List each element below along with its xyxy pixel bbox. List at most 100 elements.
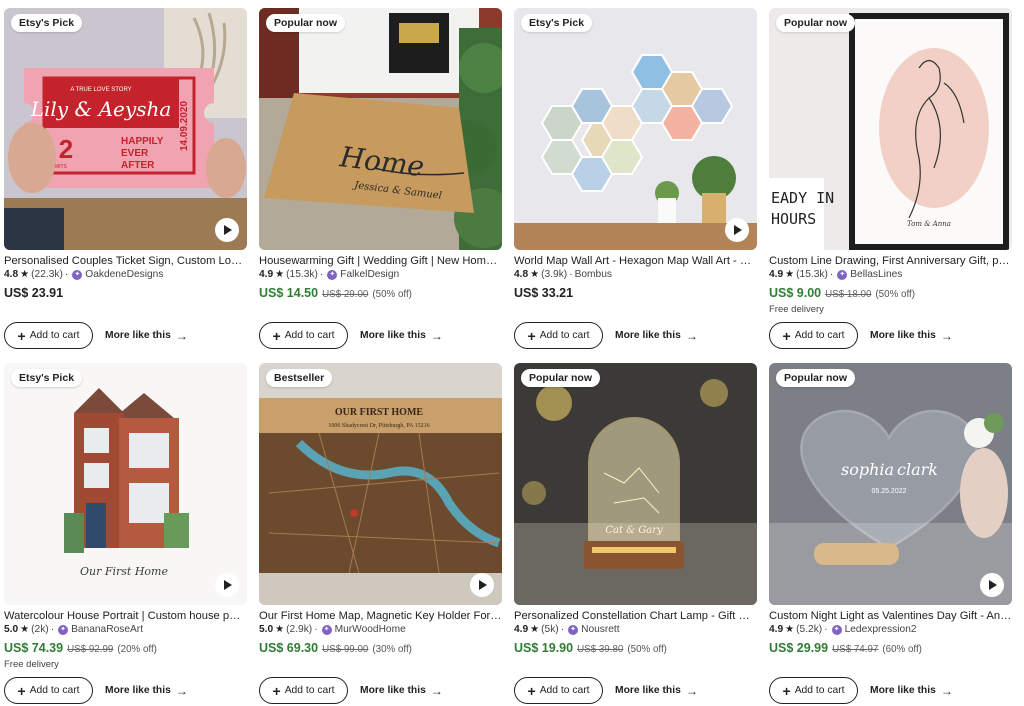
product-card[interactable]: Etsy's Pick World Map Wall Art - Hexagon… bbox=[514, 8, 757, 301]
more-like-this-link[interactable]: More like this → bbox=[870, 684, 953, 698]
product-card[interactable]: sophia clark 05.25.2022 Popular now Cust… bbox=[769, 363, 1012, 658]
more-like-this-link[interactable]: More like this → bbox=[360, 684, 443, 698]
review-count: (22.3k) bbox=[31, 269, 63, 280]
add-to-cart-button[interactable]: + Add to cart bbox=[769, 677, 858, 704]
product-title[interactable]: Watercolour House Portrait | Custom hous… bbox=[4, 609, 247, 623]
product-card[interactable]: A TRUE LOVE STORY Lily & Aeysha 2 ADMITS… bbox=[4, 8, 247, 301]
shop-name[interactable]: BellasLines bbox=[850, 268, 902, 282]
svg-text:Our First Home: Our First Home bbox=[80, 565, 168, 578]
play-video-icon[interactable] bbox=[980, 573, 1004, 597]
sale-price: US$ 29.99 bbox=[769, 641, 829, 655]
more-like-this-link[interactable]: More like this → bbox=[615, 684, 698, 698]
add-to-cart-button[interactable]: + Add to cart bbox=[769, 322, 858, 349]
shop-name[interactable]: OakdeneDesigns bbox=[85, 268, 163, 282]
product-image[interactable]: Home Jessica & Samuel Popular now bbox=[259, 8, 502, 250]
sale-price: US$ 19.90 bbox=[514, 641, 574, 655]
more-like-this-link[interactable]: More like this → bbox=[870, 329, 953, 343]
more-like-this-link[interactable]: More like this → bbox=[105, 684, 188, 698]
discount: (50% off) bbox=[875, 289, 915, 300]
rating-row: 5.0 ★ (2k) · ✦ BananaRoseArt bbox=[4, 623, 144, 637]
product-image[interactable]: Cat & Gary Popular now bbox=[514, 363, 757, 605]
svg-text:2: 2 bbox=[59, 134, 73, 164]
plus-icon: + bbox=[272, 327, 281, 344]
product-title[interactable]: Housewarming Gift | Wedding Gift | New H… bbox=[259, 254, 502, 268]
product-card[interactable]: Cat & Gary Popular now Personalized Cons… bbox=[514, 363, 757, 658]
plus-icon: + bbox=[527, 682, 536, 699]
shop-name[interactable]: Bombus bbox=[575, 268, 612, 282]
product-card[interactable]: OUR FIRST HOME 1006 Shadycrest Dr, Pitts… bbox=[259, 363, 502, 658]
add-to-cart-button[interactable]: + Add to cart bbox=[514, 677, 603, 704]
hexagon-map-image bbox=[514, 8, 757, 250]
svg-text:EADY IN: EADY IN bbox=[771, 189, 834, 207]
add-to-cart-button[interactable]: + Add to cart bbox=[4, 322, 93, 349]
badge: Bestseller bbox=[266, 369, 333, 387]
review-count: (5.2k) bbox=[796, 624, 823, 635]
arrow-right-icon: → bbox=[940, 328, 953, 343]
review-count: (3.9k) bbox=[541, 269, 568, 280]
original-price: US$ 92.99 bbox=[67, 644, 114, 655]
svg-text:sophia: sophia bbox=[841, 460, 894, 479]
sale-price: US$ 74.39 bbox=[4, 641, 64, 655]
product-title[interactable]: Our First Home Map, Magnetic Key Holder … bbox=[259, 609, 502, 623]
price-row: US$ 29.99 US$ 74.97 (60% off) bbox=[769, 640, 1012, 658]
product-card[interactable]: Our First Home Etsy's Pick Watercolour H… bbox=[4, 363, 247, 671]
shop-name[interactable]: MurWoodHome bbox=[335, 623, 406, 637]
plus-icon: + bbox=[272, 682, 281, 699]
product-image[interactable]: Tom & Anna EADY IN HOURS Popular now bbox=[769, 8, 1012, 250]
product-image[interactable]: sophia clark 05.25.2022 Popular now bbox=[769, 363, 1012, 605]
rating-score: 4.9 bbox=[769, 269, 784, 280]
discount: (50% off) bbox=[372, 289, 412, 300]
add-to-cart-button[interactable]: + Add to cart bbox=[514, 322, 603, 349]
add-to-cart-button[interactable]: + Add to cart bbox=[259, 322, 348, 349]
review-count: (2k) bbox=[31, 624, 49, 635]
arrow-right-icon: → bbox=[685, 328, 698, 343]
product-image[interactable]: Etsy's Pick bbox=[514, 8, 757, 250]
arrow-right-icon: → bbox=[175, 328, 188, 343]
product-title[interactable]: Custom Night Light as Valentines Day Gif… bbox=[769, 609, 1012, 623]
add-to-cart-button[interactable]: + Add to cart bbox=[259, 677, 348, 704]
svg-text:A TRUE LOVE STORY: A TRUE LOVE STORY bbox=[70, 87, 131, 93]
shop-name[interactable]: Ledexpression2 bbox=[845, 623, 917, 637]
product-card[interactable]: Tom & Anna EADY IN HOURS Popular now Cus… bbox=[769, 8, 1012, 316]
product-image[interactable]: OUR FIRST HOME 1006 Shadycrest Dr, Pitts… bbox=[259, 363, 502, 605]
play-video-icon[interactable] bbox=[725, 218, 749, 242]
product-card[interactable]: Home Jessica & Samuel Popular now Housew… bbox=[259, 8, 502, 303]
card-actions: + Add to cart More like this → bbox=[514, 677, 698, 704]
star-icon: ★ bbox=[275, 624, 285, 635]
product-image[interactable]: Our First Home Etsy's Pick bbox=[4, 363, 247, 605]
play-video-icon[interactable] bbox=[470, 573, 494, 597]
price-row: US$ 19.90 US$ 39.80 (50% off) bbox=[514, 640, 757, 658]
product-grid: A TRUE LOVE STORY Lily & Aeysha 2 ADMITS… bbox=[0, 0, 1024, 706]
shop-name[interactable]: BananaRoseArt bbox=[71, 623, 143, 637]
star-icon: ★ bbox=[530, 624, 540, 635]
more-like-this-link[interactable]: More like this → bbox=[105, 329, 188, 343]
play-video-icon[interactable] bbox=[215, 218, 239, 242]
card-actions: + Add to cart More like this → bbox=[4, 677, 188, 704]
ticket-sign-image: A TRUE LOVE STORY Lily & Aeysha 2 ADMITS… bbox=[4, 8, 247, 250]
card-actions: + Add to cart More like this → bbox=[259, 677, 443, 704]
price-row: US$ 74.39 US$ 92.99 (20% off) bbox=[4, 640, 247, 658]
star-icon: ★ bbox=[785, 624, 795, 635]
add-to-cart-button[interactable]: + Add to cart bbox=[4, 677, 93, 704]
star-icon: ★ bbox=[275, 269, 285, 280]
badge: Popular now bbox=[776, 14, 855, 32]
svg-text:Tom & Anna: Tom & Anna bbox=[907, 220, 951, 228]
product-title[interactable]: World Map Wall Art - Hexagon Map Wall Ar… bbox=[514, 254, 757, 268]
svg-text:clark: clark bbox=[897, 460, 938, 479]
product-title[interactable]: Personalised Couples Ticket Sign, Custom… bbox=[4, 254, 247, 268]
product-title[interactable]: Custom Line Drawing, First Anniversary G… bbox=[769, 254, 1012, 268]
shop-name[interactable]: FalkelDesign bbox=[340, 268, 399, 282]
rating-row: 4.9 ★ (15.3k) · ✦ BellasLines bbox=[769, 268, 903, 282]
star-icon: ★ bbox=[785, 269, 795, 280]
play-video-icon[interactable] bbox=[215, 573, 239, 597]
shop-name[interactable]: Nousrett bbox=[581, 623, 620, 637]
review-count: (15.3k) bbox=[286, 269, 318, 280]
product-title[interactable]: Personalized Constellation Chart Lamp - … bbox=[514, 609, 757, 623]
rating-row: 4.8 ★ (22.3k) · ✦ OakdeneDesigns bbox=[4, 268, 164, 282]
product-image[interactable]: A TRUE LOVE STORY Lily & Aeysha 2 ADMITS… bbox=[4, 8, 247, 250]
rating-row: 4.9 ★ (5.2k) · ✦ Ledexpression2 bbox=[769, 623, 917, 637]
more-like-this-link[interactable]: More like this → bbox=[615, 329, 698, 343]
more-like-this-link[interactable]: More like this → bbox=[360, 329, 443, 343]
rating-score: 5.0 bbox=[259, 624, 274, 635]
discount: (20% off) bbox=[117, 644, 157, 655]
